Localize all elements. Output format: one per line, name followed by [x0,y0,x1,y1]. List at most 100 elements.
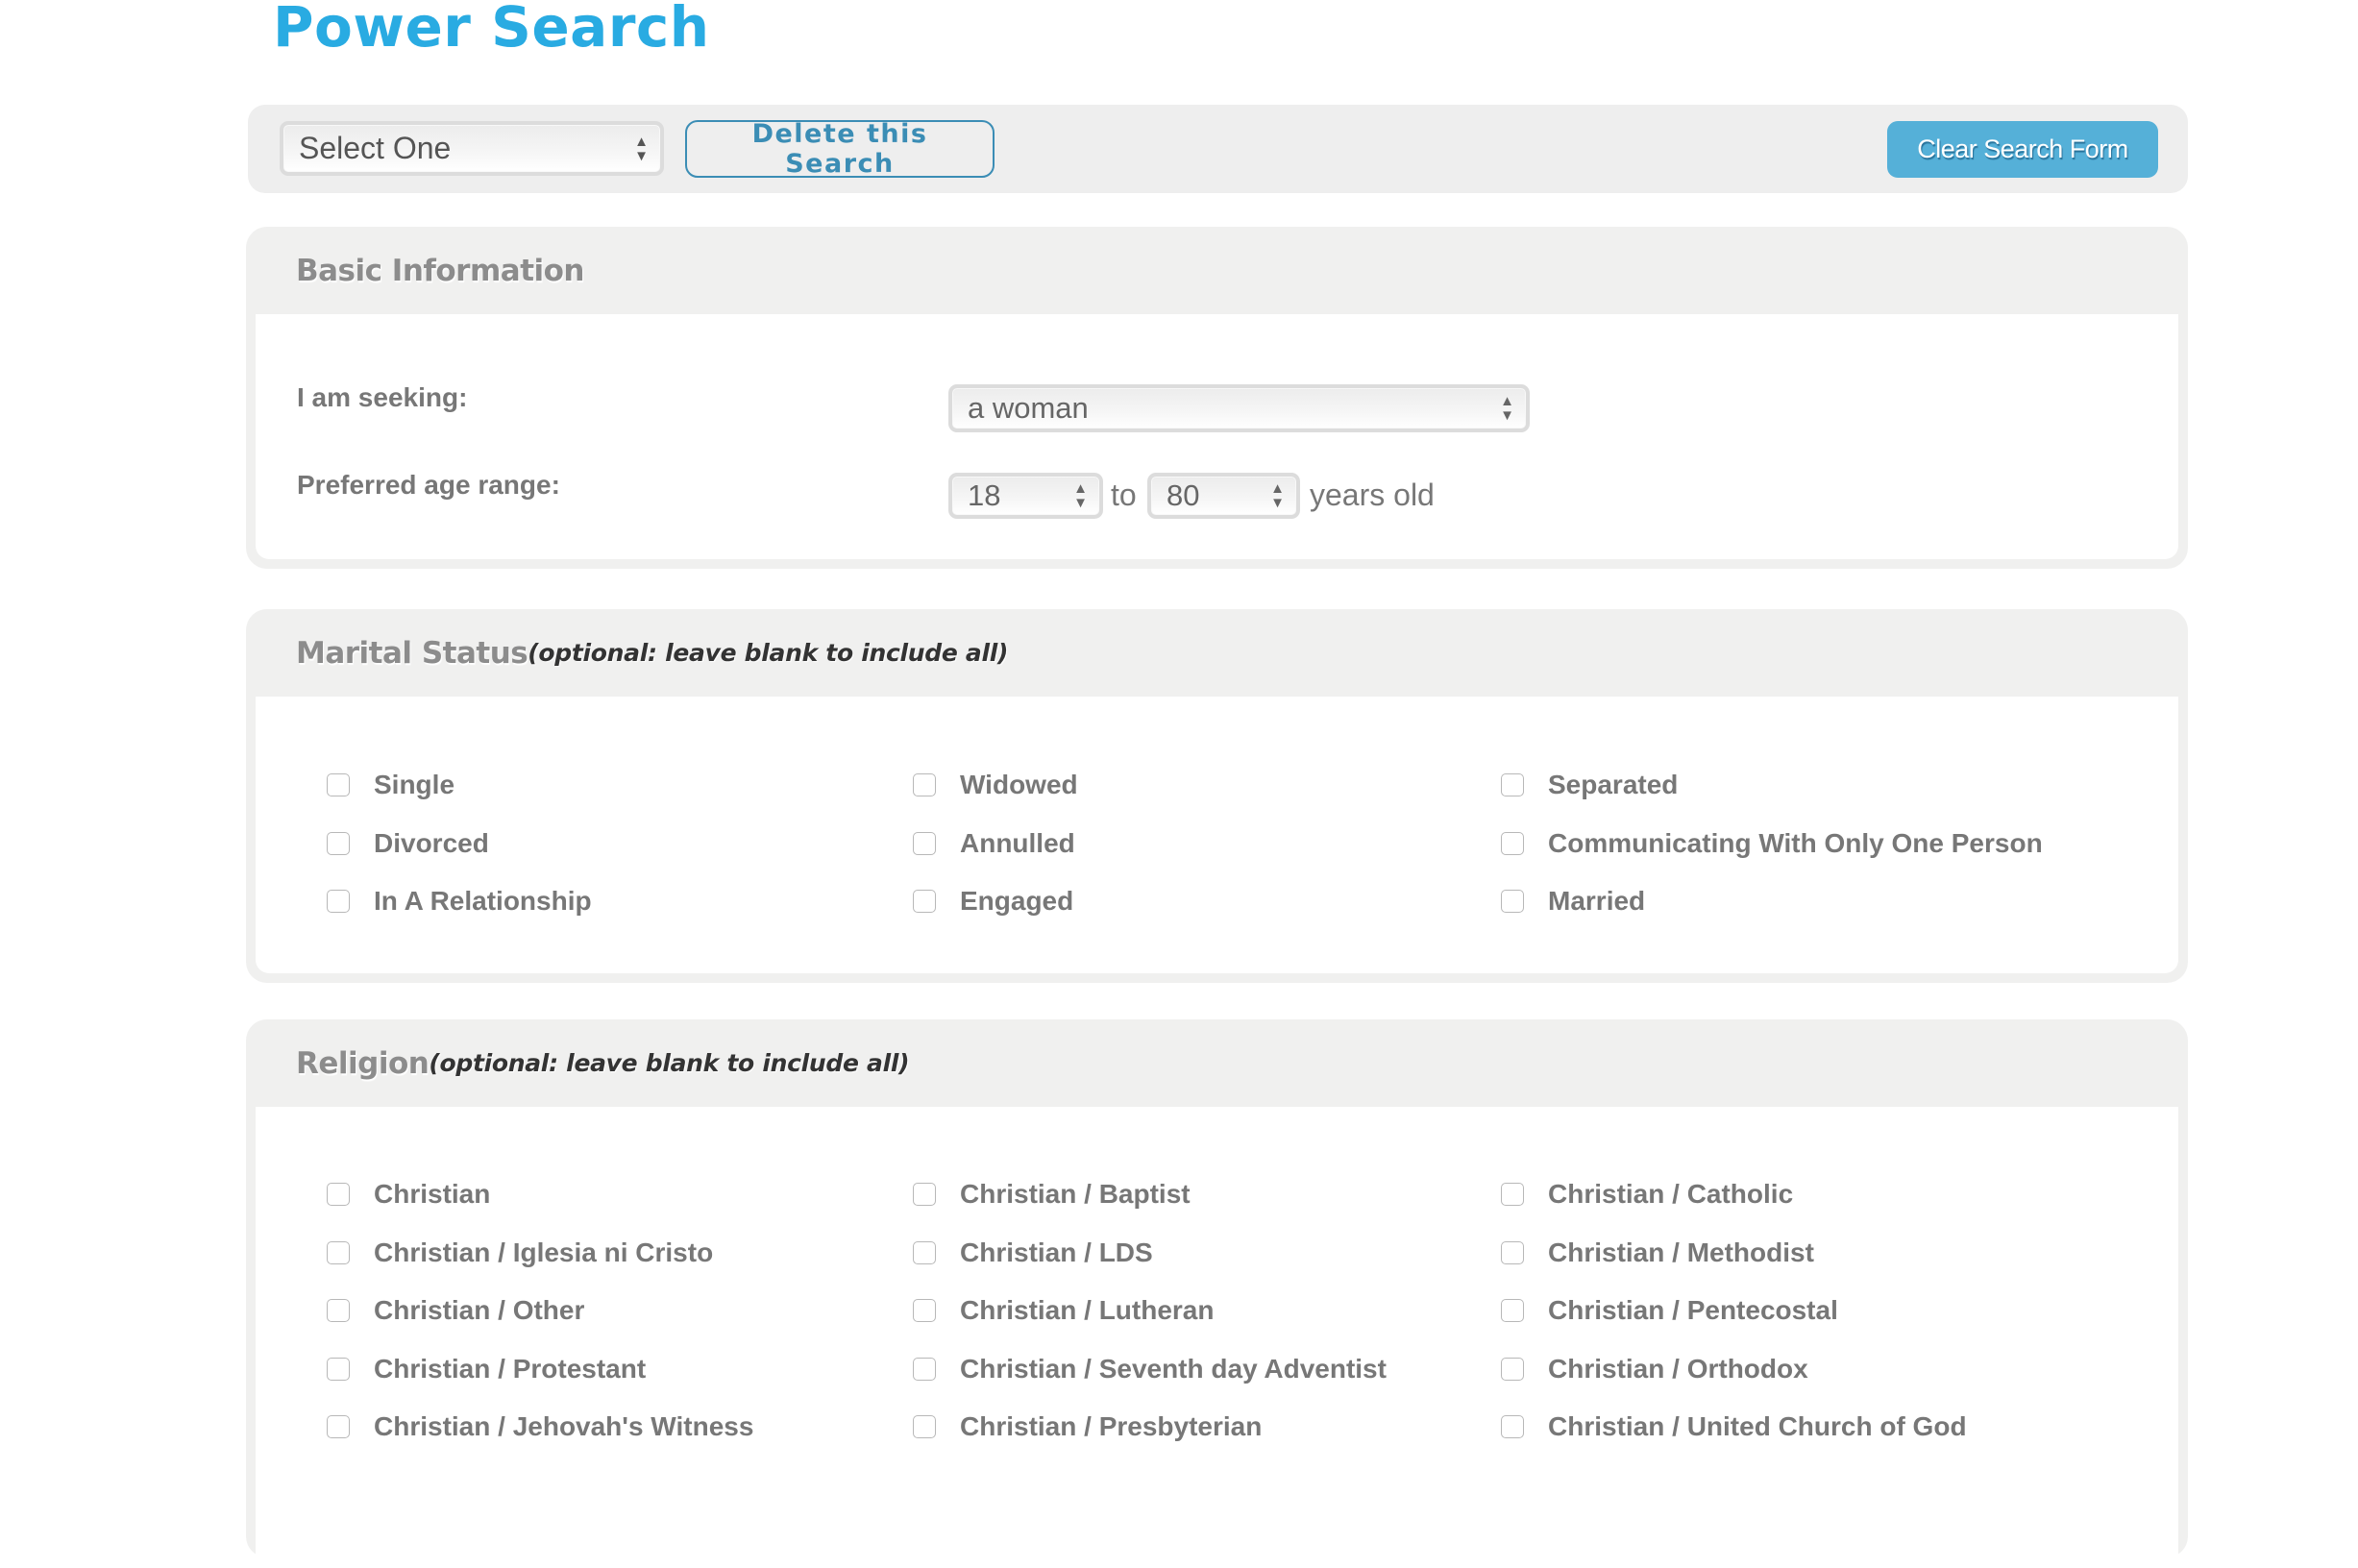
checkbox-label: Christian / Baptist [960,1179,1191,1209]
checkbox[interactable] [1501,1357,1524,1381]
saved-search-select[interactable]: Select One ▲ ▼ [280,121,664,176]
checkbox-item[interactable]: Christian / LDS [913,1237,1153,1268]
panel-title: Basic Information [296,253,585,288]
select-arrows-icon: ▲ ▼ [1073,480,1088,511]
basic-information-panel: Basic Information I am seeking: a woman … [246,227,2188,569]
checkbox-label: Divorced [374,827,489,858]
checkbox-item[interactable]: Christian / Seventh day Adventist [913,1354,1387,1384]
seeking-select-value: a woman [968,391,1089,425]
age-suffix-text: years old [1310,478,1435,512]
checkbox-item[interactable]: Christian / Iglesia ni Cristo [327,1237,713,1268]
checkbox[interactable] [1501,1299,1524,1322]
panel-body: I am seeking: a woman ▲ ▼ Preferred age r… [256,314,2178,559]
checkbox-item[interactable]: Christian / Orthodox [1501,1354,1808,1384]
checkbox[interactable] [1501,1240,1524,1264]
checkbox[interactable] [913,890,936,913]
checkbox-label: Married [1548,886,1646,916]
checkbox[interactable] [327,1415,350,1438]
checkbox-item[interactable]: Divorced [327,828,489,859]
checkbox-item[interactable]: Christian / Other [327,1295,584,1326]
checkbox[interactable] [913,773,936,796]
checkbox-item[interactable]: Communicating With Only One Person [1501,828,2043,859]
checkbox-item[interactable]: Christian / Protestant [327,1354,646,1384]
checkbox[interactable] [913,1357,936,1381]
checkbox[interactable] [327,1357,350,1381]
checkbox-label: Engaged [960,886,1074,916]
checkbox-item[interactable]: Christian / Presbyterian [913,1411,1262,1442]
checkbox[interactable] [327,1299,350,1322]
checkbox-item[interactable]: Single [327,770,454,800]
checkbox[interactable] [913,1299,936,1322]
clear-search-form-button[interactable]: Clear Search Form [1887,121,2158,178]
checkbox-item[interactable]: Christian / Pentecostal [1501,1295,1838,1326]
panel-note: (optional: leave blank to include all) [528,639,1009,667]
age-max-select[interactable]: 80 ▲ ▼ [1147,473,1300,519]
checkbox-item[interactable]: In A Relationship [327,886,592,917]
checkbox-item[interactable]: Engaged [913,886,1073,917]
checkbox-label: Christian / Protestant [374,1353,647,1384]
checkbox-label: Separated [1548,770,1679,799]
panel-note: (optional: leave blank to include all) [429,1049,910,1077]
checkbox[interactable] [913,1415,936,1438]
checkbox-label: Christian / Iglesia ni Cristo [374,1237,714,1267]
checkbox-item[interactable]: Christian / Baptist [913,1179,1191,1210]
checkbox[interactable] [1501,831,1524,855]
page-title: Power Search [273,0,710,60]
checkbox-label: Christian / Pentecostal [1548,1295,1838,1325]
checkbox[interactable] [327,831,350,855]
checkbox[interactable] [1501,1415,1524,1438]
checkbox-item[interactable]: Annulled [913,828,1075,859]
checkbox[interactable] [327,773,350,796]
checkbox-label: Christian / Orthodox [1548,1353,1808,1384]
checkbox-label: Widowed [960,770,1078,799]
checkbox[interactable] [913,831,936,855]
checkbox[interactable] [1501,773,1524,796]
panel-header: Religion (optional: leave blank to includ… [256,1019,2178,1107]
checkbox[interactable] [913,1183,936,1206]
checkbox-label: Communicating With Only One Person [1548,827,2043,858]
checkbox-item[interactable]: Separated [1501,770,1678,800]
checkbox-item[interactable]: Christian / United Church of God [1501,1411,1967,1442]
delete-search-button[interactable]: Delete this Search [685,119,995,179]
panel-title: Marital Status [296,635,528,671]
seeking-select[interactable]: a woman ▲ ▼ [948,384,1530,432]
age-max-value: 80 [1167,478,1200,512]
checkbox-item[interactable]: Christian / Jehovah's Witness [327,1411,753,1442]
panel-header: Basic Information [256,227,2178,314]
checkbox-item[interactable]: Widowed [913,770,1078,800]
checkbox-label: Christian / Lutheran [960,1295,1215,1325]
checkbox[interactable] [327,1183,350,1206]
religion-panel: Religion (optional: leave blank to includ… [246,1019,2188,1568]
panel-body: Single Widowed Separated Divorced Annulled Co… [256,697,2178,973]
checkbox[interactable] [327,1240,350,1264]
checkbox-item[interactable]: Christian / Methodist [1501,1237,1814,1268]
checkbox-item[interactable]: Christian [327,1179,490,1210]
checkbox-label: Christian / LDS [960,1237,1153,1267]
saved-search-select-value: Select One [299,131,452,165]
checkbox[interactable] [1501,1183,1524,1206]
checkbox[interactable] [1501,890,1524,913]
age-min-value: 18 [968,478,1001,512]
panel-body: Christian Christian / Baptist Christian / … [256,1107,2178,1568]
checkbox[interactable] [327,890,350,913]
checkbox-label: Christian / United Church of God [1548,1411,1967,1441]
checkbox-label: Single [374,770,455,799]
checkbox-label: Christian / Jehovah's Witness [374,1411,754,1441]
select-arrows-icon: ▲ ▼ [634,133,649,164]
select-arrows-icon: ▲ ▼ [1270,480,1285,511]
checkbox-label: Christian / Seventh day Adventist [960,1353,1387,1384]
age-range-label: Preferred age range: [297,470,560,500]
panel-title: Religion [296,1045,430,1081]
checkbox-label: Christian / Methodist [1548,1237,1814,1267]
checkbox[interactable] [913,1240,936,1264]
checkbox-item[interactable]: Christian / Catholic [1501,1179,1793,1210]
checkbox-label: Annulled [960,827,1075,858]
checkbox-item[interactable]: Christian / Lutheran [913,1295,1214,1326]
checkbox-label: In A Relationship [374,886,592,916]
checkbox-label: Christian / Catholic [1548,1179,1794,1209]
age-to-text: to [1111,478,1137,512]
checkbox-item[interactable]: Married [1501,886,1645,917]
checkbox-label: Christian / Presbyterian [960,1411,1263,1441]
checkbox-label: Christian [374,1179,491,1209]
age-min-select[interactable]: 18 ▲ ▼ [948,473,1103,519]
